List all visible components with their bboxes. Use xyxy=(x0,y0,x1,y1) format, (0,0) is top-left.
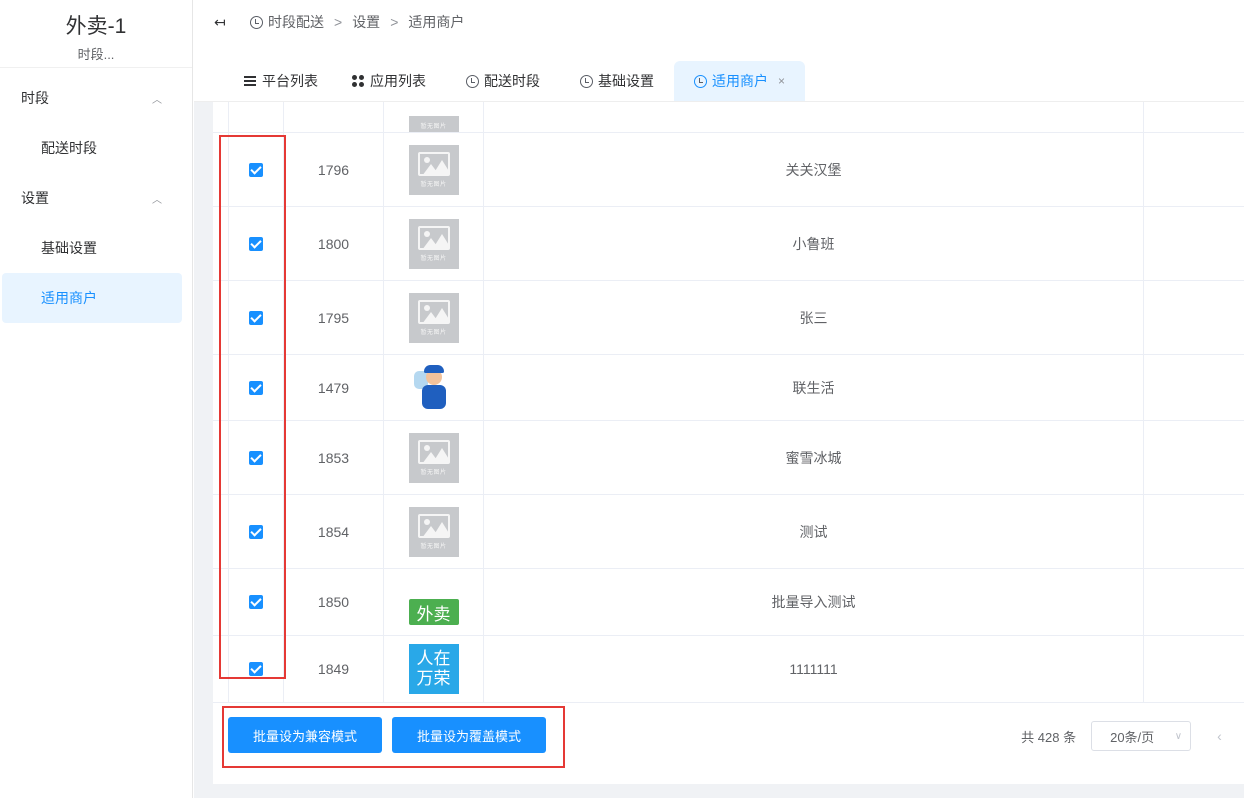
tab-delivery-slot[interactable]: 配送时段 xyxy=(446,61,560,101)
table-row: 1479 联生活 xyxy=(213,355,1244,421)
app: 外卖-1 时段... 时段 ︿ 配送时段 设置 ︿ 基础设置 适用商户 ↤ 时段… xyxy=(0,0,1244,798)
merchant-logo-waimai: 外卖 xyxy=(408,599,459,625)
breadcrumb-separator: > xyxy=(390,14,399,30)
pagination: 共 428 条 20条/页 ∨ ‹ 1 xyxy=(1021,721,1244,751)
tab-basic-settings[interactable]: 基础设置 xyxy=(560,61,674,101)
list-icon xyxy=(244,74,256,88)
merchant-name: 批量导入测试 xyxy=(484,569,1144,635)
placeholder-image: 暂无图片 xyxy=(408,506,459,557)
row-checkbox[interactable] xyxy=(249,595,263,609)
chevron-up-icon: ︿ xyxy=(152,194,162,206)
row-checkbox[interactable] xyxy=(249,450,263,465)
breadcrumb-separator: > xyxy=(334,14,343,30)
collapse-menu-icon[interactable]: ↤ xyxy=(214,14,230,31)
row-checkbox[interactable] xyxy=(249,162,263,177)
tab-bar: 平台列表 应用列表 配送时段 基础设置 适用商户 × xyxy=(194,61,1244,102)
merchant-id: 1479 xyxy=(284,355,384,420)
grid-icon xyxy=(352,75,364,87)
table-row: 1800 暂无图片 小鲁班 xyxy=(213,207,1244,281)
row-checkbox[interactable] xyxy=(249,662,263,676)
merchant-id: 1850 xyxy=(284,569,384,635)
placeholder-image: 暂无图片 xyxy=(408,116,459,132)
batch-cover-mode-button[interactable]: 批量设为覆盖模式 xyxy=(392,717,546,753)
tab-merchants[interactable]: 适用商户 × xyxy=(674,61,806,101)
merchant-name: 1111111 xyxy=(484,636,1144,702)
row-checkbox[interactable] xyxy=(249,524,263,539)
placeholder-image: 暂无图片 xyxy=(408,292,459,343)
row-checkbox[interactable] xyxy=(249,310,263,325)
merchant-id: 1854 xyxy=(284,495,384,568)
sidebar-item-label: 配送时段 xyxy=(41,140,97,156)
tab-label: 平台列表 xyxy=(262,73,318,89)
merchant-name: 测试 xyxy=(484,495,1144,568)
breadcrumb-item-current: 适用商户 xyxy=(408,14,465,30)
brand: 外卖-1 时段... xyxy=(0,0,192,68)
clock-icon xyxy=(694,74,707,88)
breadcrumb-item[interactable]: 设置 xyxy=(352,12,380,32)
merchant-logo-mascot xyxy=(412,363,456,413)
chevron-up-icon: ︿ xyxy=(152,94,162,106)
merchant-name: 蜜雪冰城 xyxy=(484,421,1144,494)
sidebar-item-delivery-slot[interactable]: 配送时段 xyxy=(0,123,192,173)
merchant-id: 1795 xyxy=(284,281,384,354)
page-size-select[interactable]: 20条/页 ∨ xyxy=(1091,721,1192,751)
merchant-id: 1849 xyxy=(284,636,384,702)
table-row-partial: 暂无图片 xyxy=(213,102,1244,133)
menu-group-settings[interactable]: 设置 ︿ xyxy=(0,173,192,223)
table-row: 1850 外卖 批量导入测试 xyxy=(213,569,1244,636)
tab-label: 配送时段 xyxy=(484,73,540,89)
menu-group-label: 时段 xyxy=(21,90,49,106)
pagination-total: 共 428 条 xyxy=(1021,729,1077,745)
tab-platform-list[interactable]: 平台列表 xyxy=(224,61,338,101)
clock-icon xyxy=(250,15,263,29)
merchant-name: 联生活 xyxy=(484,355,1144,420)
table-row: 1795 暂无图片 张三 xyxy=(213,281,1244,355)
topbar: ↤ 时段配送 > 设置 > 适用商户 xyxy=(194,0,1244,44)
merchant-name: 关关汉堡 xyxy=(484,133,1144,206)
merchant-id: 1796 xyxy=(284,133,384,206)
merchant-id: 1800 xyxy=(284,207,384,280)
prev-page-button[interactable]: ‹ xyxy=(1217,728,1222,744)
sidebar-item-basic-settings[interactable]: 基础设置 xyxy=(0,223,192,273)
merchant-id: 1853 xyxy=(284,421,384,494)
merchant-logo-renzai: 人在 万荣 xyxy=(408,644,459,694)
menu-group-label: 设置 xyxy=(21,190,49,206)
placeholder-image: 暂无图片 xyxy=(408,144,459,195)
sidebar-item-merchants[interactable]: 适用商户 xyxy=(2,273,182,323)
table-row: 1853 暂无图片 蜜雪冰城 xyxy=(213,421,1244,495)
sidebar-item-label: 适用商户 xyxy=(41,290,97,306)
app-subtitle: 时段... xyxy=(77,47,115,62)
app-title: 外卖-1 xyxy=(65,15,127,38)
tab-app-list[interactable]: 应用列表 xyxy=(338,61,446,101)
merchant-table-card: 暂无图片 1796 暂无图片 关关汉堡 1800 暂无图片 小鲁班 1795 暂… xyxy=(213,102,1244,784)
breadcrumb-item[interactable]: 时段配送 xyxy=(268,12,324,32)
placeholder-image: 暂无图片 xyxy=(408,432,459,483)
batch-compat-mode-button[interactable]: 批量设为兼容模式 xyxy=(228,717,382,753)
table-row: 1854 暂无图片 测试 xyxy=(213,495,1244,569)
merchant-table: 暂无图片 1796 暂无图片 关关汉堡 1800 暂无图片 小鲁班 1795 暂… xyxy=(213,102,1244,703)
row-checkbox[interactable] xyxy=(249,236,263,251)
tab-label: 应用列表 xyxy=(370,73,426,89)
tab-label: 适用商户 xyxy=(712,73,768,89)
row-checkbox[interactable] xyxy=(249,380,263,395)
close-icon[interactable]: × xyxy=(778,74,785,88)
clock-icon xyxy=(580,74,593,88)
breadcrumb: 时段配送 > 设置 > 适用商户 xyxy=(250,12,464,32)
merchant-name: 张三 xyxy=(484,281,1144,354)
content-area: 暂无图片 1796 暂无图片 关关汉堡 1800 暂无图片 小鲁班 1795 暂… xyxy=(194,102,1244,798)
placeholder-image: 暂无图片 xyxy=(408,218,459,269)
sidebar: 外卖-1 时段... 时段 ︿ 配送时段 设置 ︿ 基础设置 适用商户 xyxy=(0,0,193,798)
table-row: 1796 暂无图片 关关汉堡 xyxy=(213,133,1244,207)
merchant-name: 小鲁班 xyxy=(484,207,1144,280)
table-row: 1849 人在 万荣 1111111 xyxy=(213,636,1244,703)
menu-group-shiduan[interactable]: 时段 ︿ xyxy=(0,73,192,123)
clock-icon xyxy=(466,74,479,88)
chevron-down-icon: ∨ xyxy=(1174,730,1183,742)
tab-label: 基础设置 xyxy=(598,73,654,89)
sidebar-item-label: 基础设置 xyxy=(41,240,97,256)
